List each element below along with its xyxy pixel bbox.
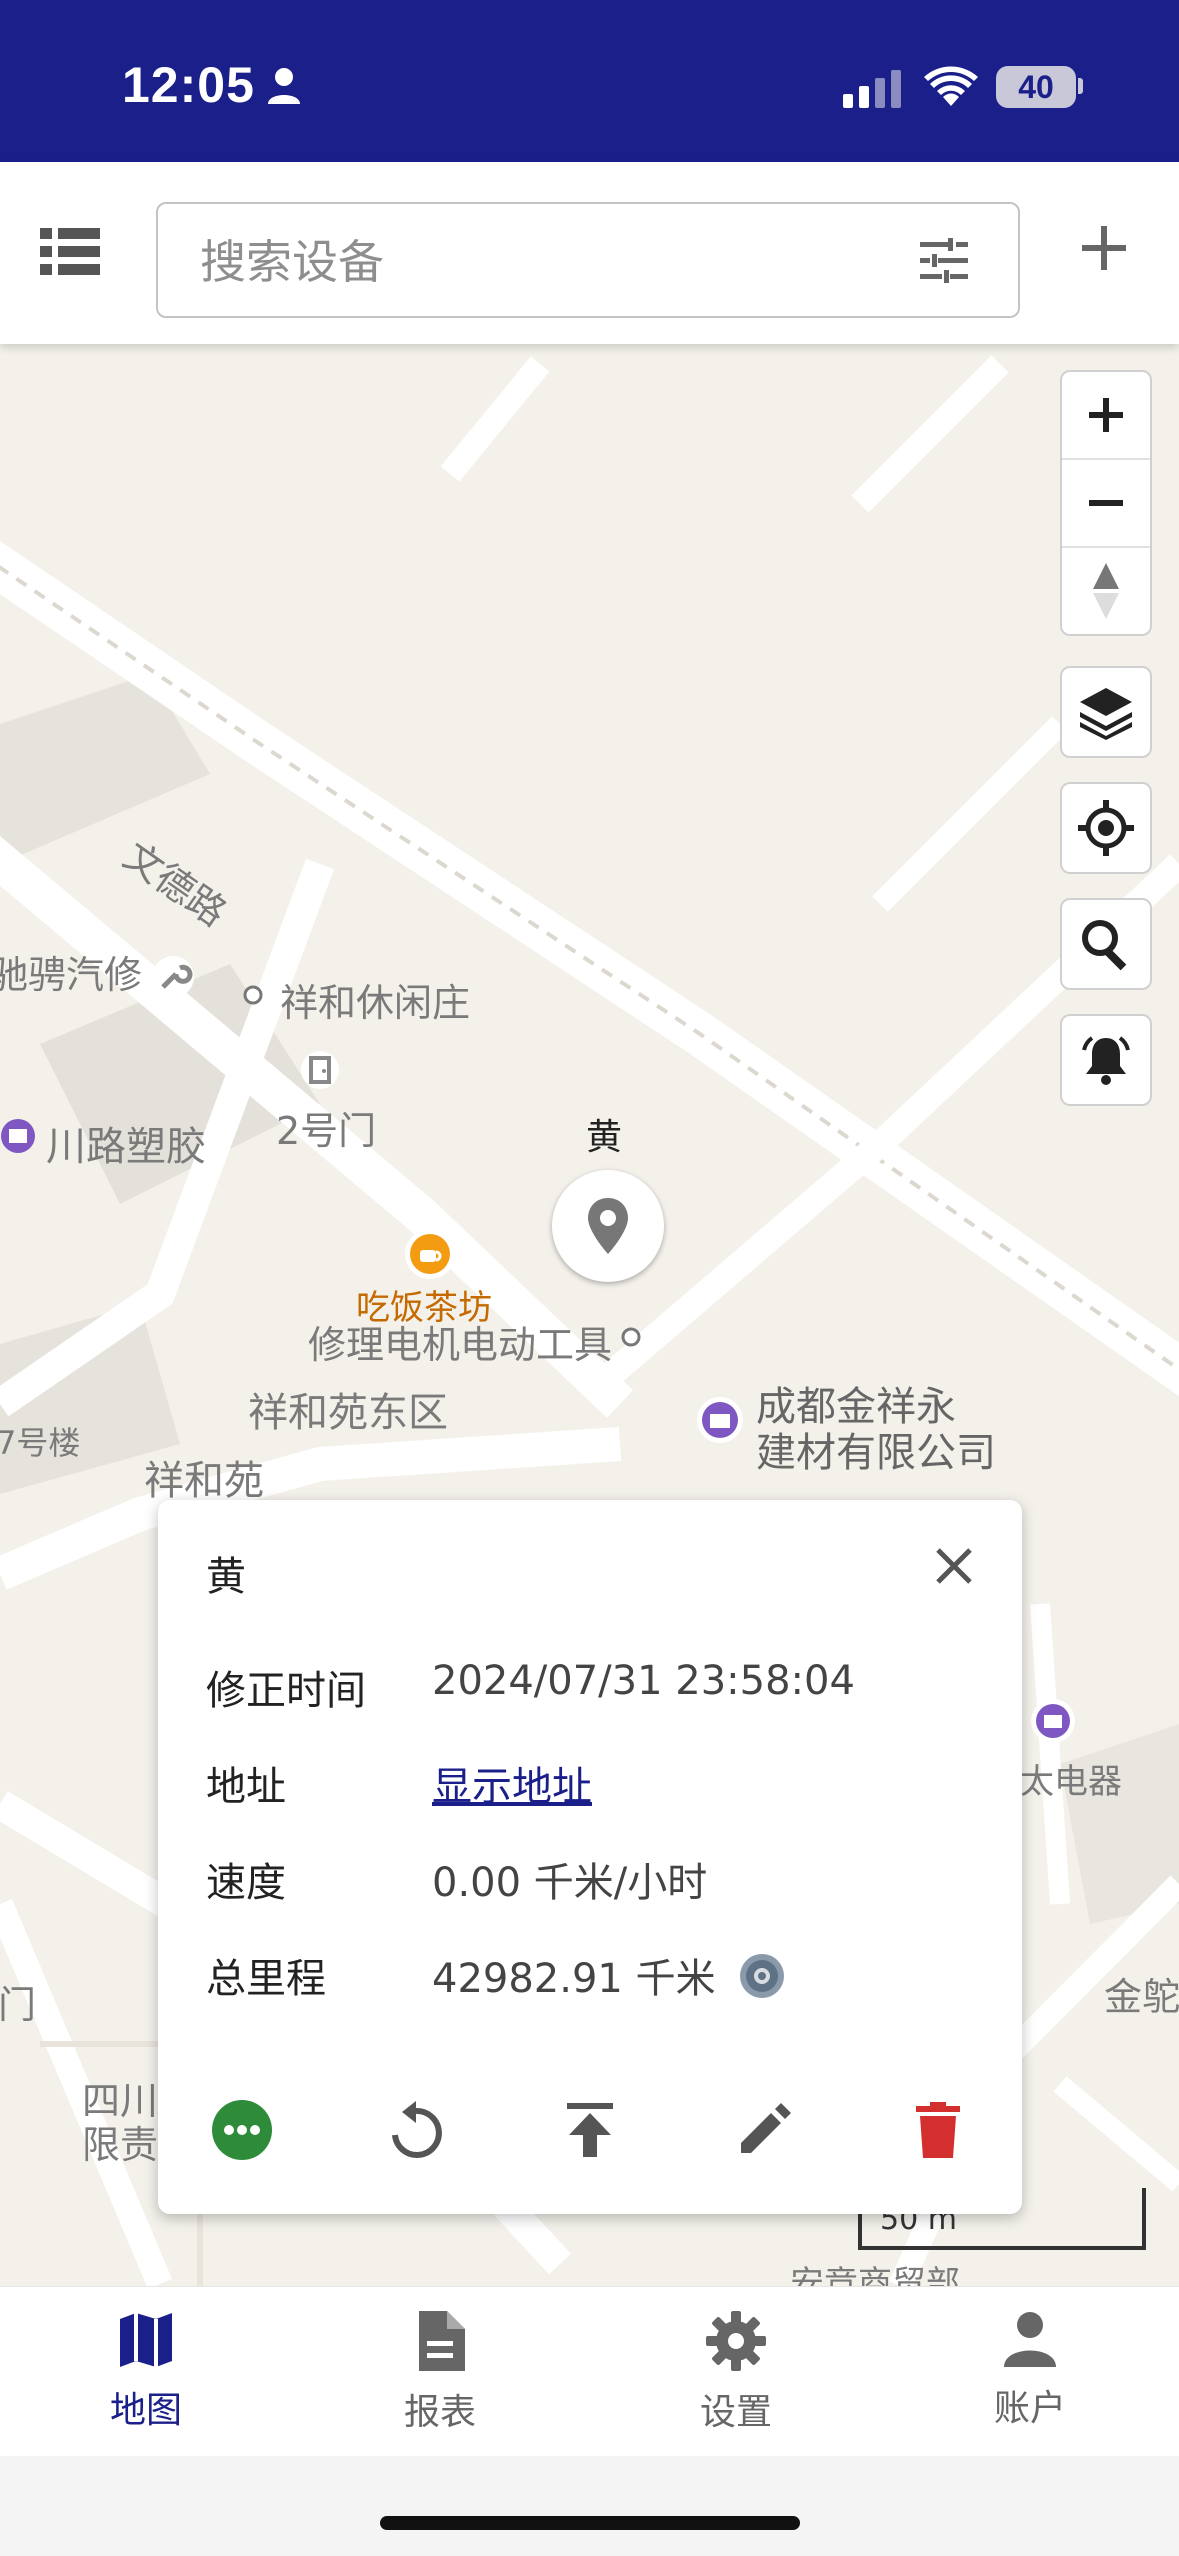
map-label-xiangheyuan: 祥和苑 xyxy=(144,1458,264,1504)
nav-label-map: 地图 xyxy=(109,2390,182,2431)
nav-label-account: 账户 xyxy=(993,2388,1066,2429)
map-label-plastic: 川路塑胶 xyxy=(46,1124,206,1170)
layers-button[interactable] xyxy=(1060,666,1152,758)
zoom-in-button[interactable] xyxy=(1062,372,1150,460)
zoom-controls xyxy=(1060,370,1152,636)
close-button[interactable] xyxy=(934,1546,974,1590)
settings-icon xyxy=(706,2311,766,2371)
account-icon xyxy=(1004,2312,1056,2367)
shop-poi-icon-3 xyxy=(1030,1698,1076,1748)
map-label-xianghe-villa: 祥和休闲庄 xyxy=(280,981,471,1025)
nav-label-settings: 设置 xyxy=(699,2392,772,2433)
coffee-poi-icon xyxy=(404,1228,456,1284)
address-label: 地址 xyxy=(206,1764,286,1810)
map-label-jintuo: 金鸵 xyxy=(1104,1975,1179,2019)
battery-tip xyxy=(1078,78,1083,94)
battery-indicator: 40 xyxy=(996,66,1076,108)
map-label-gate2: 2号门 xyxy=(276,1109,377,1153)
map-label-building7: 7号楼 xyxy=(0,1424,81,1462)
top-search-bar xyxy=(0,162,1179,344)
map-label-anrong: 安竞商贸部 xyxy=(790,2264,960,2286)
map-label-motor-repair: 修理电机电动工具 xyxy=(308,1323,613,1367)
report-icon xyxy=(419,2311,465,2371)
device-list-button[interactable] xyxy=(40,228,100,278)
replay-icon xyxy=(392,2101,442,2158)
locate-button[interactable] xyxy=(1060,782,1152,874)
zoom-out-button[interactable] xyxy=(1062,460,1150,548)
odometer-label: 总里程 xyxy=(206,1956,326,2002)
dot-poi-icon xyxy=(242,984,264,1010)
search-input[interactable] xyxy=(198,232,882,292)
edit-icon xyxy=(741,2103,791,2153)
more-actions-button[interactable] xyxy=(208,2096,276,2164)
close-icon xyxy=(936,1548,972,1584)
upload-command-button[interactable] xyxy=(556,2096,624,2164)
cellular-signal-icon xyxy=(843,70,905,112)
bottom-navigation: 地图 报表 设置 账户 xyxy=(0,2286,1179,2457)
edit-button[interactable] xyxy=(730,2096,798,2164)
home-indicator-area xyxy=(0,2456,1179,2556)
dot-poi-icon-2 xyxy=(620,1326,642,1352)
location-pin-icon xyxy=(588,1198,628,1254)
nav-item-reports[interactable]: 报表 xyxy=(340,2311,540,2435)
map-label-sichuan-2: 限责 xyxy=(82,2123,159,2167)
fix-time-label: 修正时间 xyxy=(206,1668,366,1714)
status-time: 12:05 xyxy=(122,57,255,113)
door-poi-icon xyxy=(300,1050,340,1094)
speed-label: 速度 xyxy=(206,1860,286,1906)
search-box xyxy=(156,202,1020,318)
delete-icon xyxy=(916,2102,960,2158)
map-label-taichang: 太电器 xyxy=(1020,1762,1122,1802)
map-label-jinxiangyong-2: 建材有限公司 xyxy=(756,1430,996,1476)
map-search-button[interactable] xyxy=(1060,898,1152,990)
person-icon xyxy=(266,66,302,110)
alarm-button[interactable] xyxy=(1060,1014,1152,1106)
speed-value: 0.00 千米/小时 xyxy=(432,1860,708,1906)
shop-poi-icon-2 xyxy=(696,1396,744,1448)
show-address-link[interactable]: 显示地址 xyxy=(432,1754,592,1812)
map-label-auto-repair: 驰骋汽修 xyxy=(0,953,143,997)
wrench-poi-icon xyxy=(150,954,196,1004)
replay-button[interactable] xyxy=(382,2096,450,2164)
nav-item-settings[interactable]: 设置 xyxy=(636,2311,836,2435)
map-label-xianghe-east: 祥和苑东区 xyxy=(248,1390,448,1436)
shop-poi-icon xyxy=(0,1118,36,1158)
odometer-settings-icon[interactable] xyxy=(736,1950,788,2012)
nav-item-account[interactable]: 账户 xyxy=(930,2311,1130,2431)
nav-item-map[interactable]: 地图 xyxy=(46,2311,246,2433)
home-indicator[interactable] xyxy=(380,2516,800,2530)
wifi-icon xyxy=(924,66,978,112)
delete-button[interactable] xyxy=(904,2096,972,2164)
map-label-gate: 门 xyxy=(0,1983,37,2027)
map-icon xyxy=(120,2313,172,2367)
filter-tune-icon[interactable] xyxy=(920,238,968,288)
status-bar: 12:05 40 xyxy=(0,0,1179,162)
compass-button[interactable] xyxy=(1062,548,1150,634)
odometer-value: 42982.91 千米 xyxy=(432,1956,716,2002)
device-info-card: 黄 修正时间 2024/07/31 23:58:04 地址 显示地址 速度 0.… xyxy=(158,1500,1022,2214)
add-device-button[interactable] xyxy=(1078,222,1130,278)
fix-time-value: 2024/07/31 23:58:04 xyxy=(432,1658,855,1704)
card-title: 黄 xyxy=(206,1554,246,1600)
nav-label-reports: 报表 xyxy=(403,2392,476,2433)
odometer-row: 42982.91 千米 xyxy=(432,1946,788,2012)
upload-icon xyxy=(567,2103,613,2157)
device-marker[interactable] xyxy=(552,1170,664,1282)
marker-label: 黄 xyxy=(586,1117,623,1158)
more-icon xyxy=(212,2100,272,2160)
